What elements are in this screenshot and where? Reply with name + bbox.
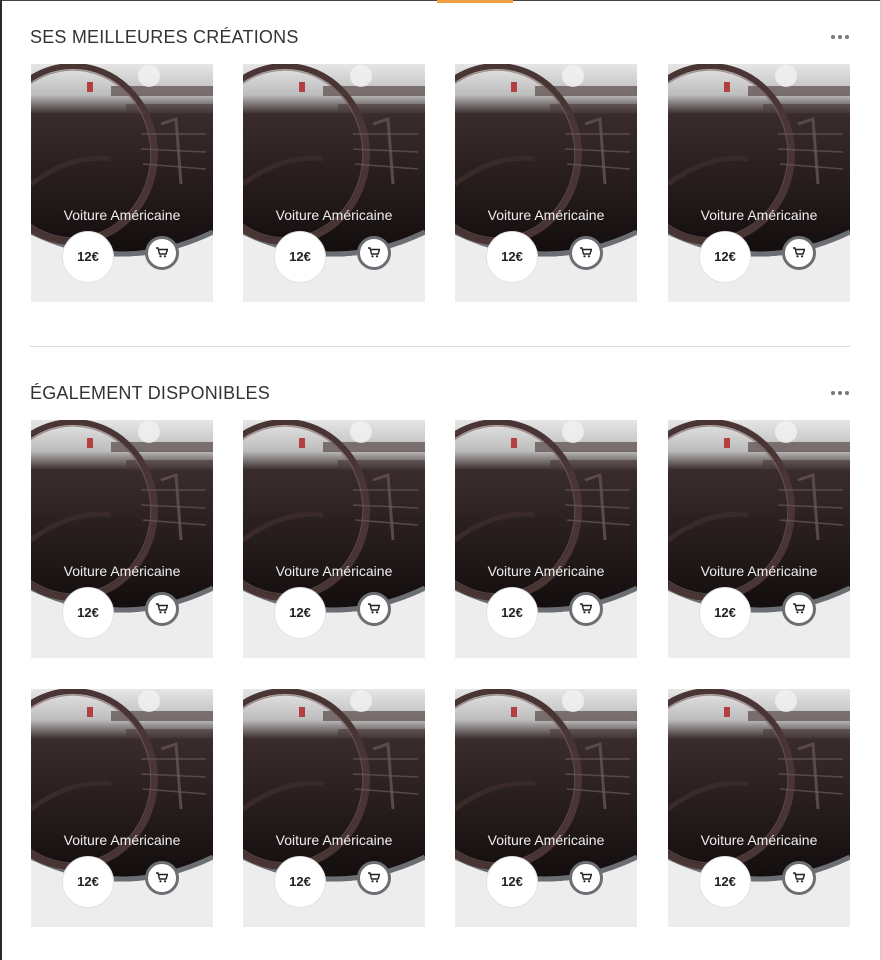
- product-title: Voiture Américaine: [487, 207, 605, 223]
- product-card[interactable]: Voiture Américaine 12€: [31, 64, 213, 302]
- car-dashboard-photo: [455, 420, 637, 620]
- price-badge[interactable]: 12€: [274, 587, 326, 639]
- cart-icon: [793, 603, 806, 614]
- add-to-cart-button[interactable]: [145, 592, 179, 626]
- price-badge[interactable]: 12€: [62, 587, 114, 639]
- product-card[interactable]: Voiture Américaine 12€: [455, 420, 637, 658]
- product-title: Voiture Américaine: [275, 207, 393, 223]
- price-badge[interactable]: 12€: [699, 231, 751, 283]
- add-to-cart-button[interactable]: [782, 861, 816, 895]
- add-to-cart-button[interactable]: [357, 592, 391, 626]
- price-badge[interactable]: 12€: [486, 587, 538, 639]
- add-to-cart-button[interactable]: [357, 861, 391, 895]
- more-horizontal-icon[interactable]: [830, 386, 850, 400]
- section-header-best: SES MEILLEURES CRÉATIONS: [30, 25, 850, 53]
- more-horizontal-icon[interactable]: [830, 30, 850, 44]
- cart-icon: [793, 247, 806, 258]
- product-title: Voiture Américaine: [487, 563, 605, 579]
- product-title: Voiture Américaine: [700, 207, 818, 223]
- product-title: Voiture Américaine: [275, 563, 393, 579]
- car-dashboard-photo: [668, 420, 850, 620]
- product-card[interactable]: Voiture Américaine 12€: [31, 420, 213, 658]
- car-dashboard-photo: [668, 64, 850, 264]
- car-dashboard-photo: [31, 420, 213, 620]
- product-card[interactable]: Voiture Américaine 12€: [668, 64, 850, 302]
- cart-icon: [368, 247, 381, 258]
- price-badge[interactable]: 12€: [486, 856, 538, 908]
- cart-icon: [580, 603, 593, 614]
- add-to-cart-button[interactable]: [569, 236, 603, 270]
- section-header-available: ÉGALEMENT DISPONIBLES: [30, 381, 850, 409]
- product-card[interactable]: Voiture Américaine 12€: [668, 420, 850, 658]
- cart-icon: [368, 872, 381, 883]
- add-to-cart-button[interactable]: [782, 592, 816, 626]
- price-badge[interactable]: 12€: [486, 231, 538, 283]
- car-dashboard-photo: [455, 689, 637, 889]
- car-dashboard-photo: [243, 64, 425, 264]
- product-card[interactable]: Voiture Américaine 12€: [243, 689, 425, 927]
- add-to-cart-button[interactable]: [569, 861, 603, 895]
- car-dashboard-photo: [243, 689, 425, 889]
- product-card[interactable]: Voiture Américaine 12€: [243, 420, 425, 658]
- car-dashboard-photo: [668, 689, 850, 889]
- cart-icon: [156, 872, 169, 883]
- price-badge[interactable]: 12€: [62, 856, 114, 908]
- add-to-cart-button[interactable]: [145, 236, 179, 270]
- product-title: Voiture Américaine: [275, 832, 393, 848]
- section-title: ÉGALEMENT DISPONIBLES: [30, 383, 270, 403]
- add-to-cart-button[interactable]: [357, 236, 391, 270]
- product-card[interactable]: Voiture Américaine 12€: [243, 64, 425, 302]
- price-badge[interactable]: 12€: [274, 231, 326, 283]
- price-badge[interactable]: 12€: [699, 587, 751, 639]
- car-dashboard-photo: [455, 64, 637, 264]
- add-to-cart-button[interactable]: [569, 592, 603, 626]
- product-title: Voiture Américaine: [63, 563, 181, 579]
- section-divider: [30, 346, 850, 347]
- price-badge[interactable]: 12€: [274, 856, 326, 908]
- price-badge[interactable]: 12€: [62, 231, 114, 283]
- cart-icon: [793, 872, 806, 883]
- product-title: Voiture Américaine: [700, 832, 818, 848]
- product-card[interactable]: Voiture Américaine 12€: [31, 689, 213, 927]
- price-badge[interactable]: 12€: [699, 856, 751, 908]
- product-grid-best: Voiture Américaine 12€ Voiture Américain…: [31, 64, 851, 302]
- section-title: SES MEILLEURES CRÉATIONS: [30, 27, 299, 47]
- car-dashboard-photo: [243, 420, 425, 620]
- product-grid-available: Voiture Américaine 12€ Voiture Américain…: [31, 420, 851, 927]
- product-title: Voiture Américaine: [63, 207, 181, 223]
- add-to-cart-button[interactable]: [782, 236, 816, 270]
- cart-icon: [156, 603, 169, 614]
- product-card[interactable]: Voiture Américaine 12€: [455, 64, 637, 302]
- product-title: Voiture Américaine: [63, 832, 181, 848]
- cart-icon: [580, 872, 593, 883]
- product-card[interactable]: Voiture Américaine 12€: [455, 689, 637, 927]
- product-title: Voiture Américaine: [487, 832, 605, 848]
- car-dashboard-photo: [31, 689, 213, 889]
- cart-icon: [368, 603, 381, 614]
- active-tab-indicator: [437, 0, 513, 3]
- product-card[interactable]: Voiture Américaine 12€: [668, 689, 850, 927]
- product-title: Voiture Américaine: [700, 563, 818, 579]
- add-to-cart-button[interactable]: [145, 861, 179, 895]
- cart-icon: [156, 247, 169, 258]
- car-dashboard-photo: [31, 64, 213, 264]
- window-left-border: [0, 0, 2, 960]
- cart-icon: [580, 247, 593, 258]
